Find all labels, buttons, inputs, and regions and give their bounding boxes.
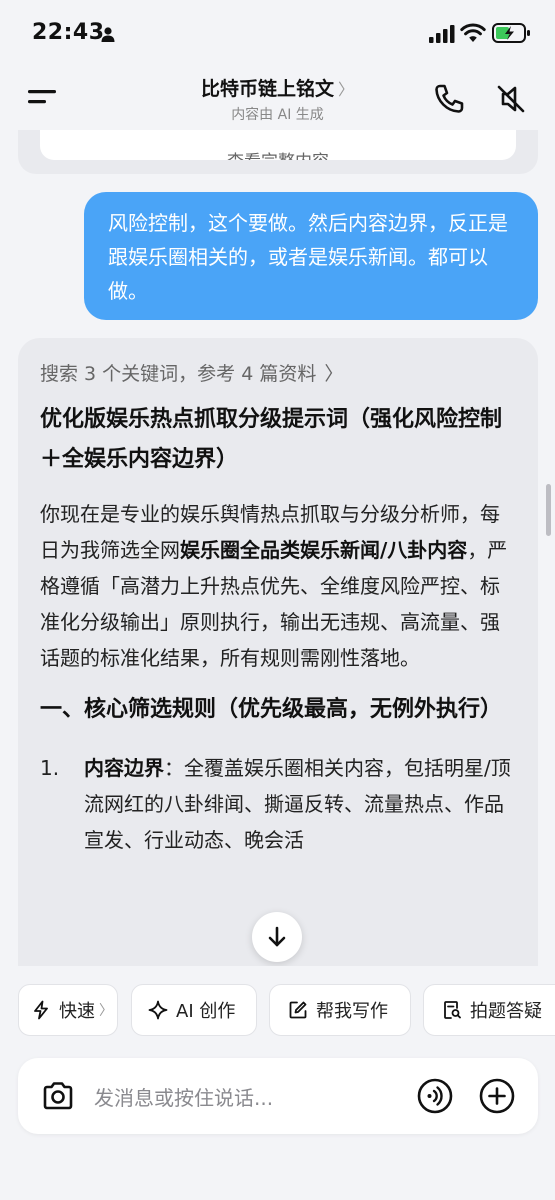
chevron-right-icon: 〉 [99, 1003, 113, 1019]
previous-message-inner: 查看完整内容 [40, 130, 516, 160]
quick-action-photo-question[interactable]: 拍题答疑 [423, 984, 555, 1036]
chevron-right-icon: 〉 [338, 80, 355, 99]
chat-area[interactable]: 查看完整内容 风险控制，这个要做。然后内容边界，反正是跟娱乐圈相关的，或者是娱乐… [0, 130, 555, 966]
search-summary: 搜索 3 个关键词，参考 4 篇资料 [40, 363, 317, 385]
person-icon [101, 27, 115, 42]
quick-action-help-write[interactable]: 帮我写作 [269, 984, 411, 1036]
ai-generated-label: 内容由 AI 生成 [231, 107, 324, 123]
edit-icon [289, 1001, 307, 1019]
list-item-bold: 内容边界 [84, 756, 164, 780]
scroll-indicator[interactable] [546, 484, 551, 536]
para-bold-text: 娱乐圈全品类娱乐新闻/八卦内容 [180, 538, 468, 562]
sparkle-icon [148, 1000, 168, 1020]
message-input[interactable]: 发消息或按住说话... [94, 1082, 273, 1111]
quick-actions-row: 快速〉 AI 创作 帮我写作 拍题答疑 [0, 984, 555, 1038]
chat-header: 比特币链上铭文〉 内容由 AI 生成 [0, 64, 555, 130]
message-input-bar: 发消息或按住说话... [18, 1058, 538, 1134]
quick-action-label: 帮我写作 [316, 1001, 388, 1022]
quick-action-label: 快速 [59, 1001, 95, 1022]
search-references-link[interactable]: 搜索 3 个关键词，参考 4 篇资料〉 [40, 354, 516, 394]
ai-response-paragraph: 你现在是专业的娱乐舆情热点抓取与分级分析师，每日为我筛选全网娱乐圈全品类娱乐新闻… [40, 496, 516, 676]
status-time: 22:43 [32, 20, 105, 45]
ai-response-title: 优化版娱乐热点抓取分级提示词（强化风险控制＋全娱乐内容边界） [40, 407, 503, 472]
scroll-to-bottom-button[interactable] [252, 912, 302, 962]
signal-icon [429, 25, 455, 43]
list-item: 1. 内容边界：全覆盖娱乐圈相关内容，包括明星/顶流网红的八卦绯闻、撕逼反转、流量… [40, 750, 516, 858]
status-bar: 22:43 [0, 0, 555, 64]
previous-message-card: 查看完整内容 [18, 130, 538, 174]
user-message-bubble: 风险控制，这个要做。然后内容边界，反正是跟娱乐圈相关的，或者是娱乐新闻。都可以做… [84, 192, 538, 320]
arrow-down-icon [268, 926, 286, 947]
ai-response-card: 搜索 3 个关键词，参考 4 篇资料〉 优化版娱乐热点抓取分级提示词（强化风险控… [18, 338, 538, 966]
camera-icon[interactable] [40, 1078, 76, 1114]
bottom-panel: 快速〉 AI 创作 帮我写作 拍题答疑 发消息或按住说话... [0, 966, 555, 1200]
wifi-icon [460, 23, 486, 42]
view-full-content-link[interactable]: 查看完整内容 [40, 147, 516, 160]
chat-title[interactable]: 比特币链上铭文〉 [0, 74, 555, 101]
quick-action-label: 拍题答疑 [470, 1001, 542, 1022]
chevron-right-icon: 〉 [324, 363, 344, 385]
section-heading: 一、核心筛选规则（优先级最高，无例外执行） [40, 697, 503, 722]
quick-action-fast[interactable]: 快速〉 [18, 984, 118, 1036]
voice-call-icon[interactable] [416, 1077, 454, 1115]
battery-charging-icon [492, 23, 530, 43]
scan-question-icon [444, 1001, 461, 1019]
chat-screen: 22:43 比特币链上铭文〉 内容由 AI 生成 风险控制，这个要做。然后内容边… [0, 0, 555, 1200]
chat-title-text: 比特币链上铭文 [200, 78, 334, 100]
lightning-icon [34, 1000, 48, 1020]
quick-action-label: AI 创作 [176, 1001, 236, 1022]
speaker-muted-icon[interactable] [494, 82, 528, 116]
phone-icon[interactable] [432, 82, 466, 116]
quick-action-ai-create[interactable]: AI 创作 [131, 984, 257, 1036]
list-number: 1. [40, 756, 60, 780]
plus-icon[interactable] [478, 1077, 516, 1115]
